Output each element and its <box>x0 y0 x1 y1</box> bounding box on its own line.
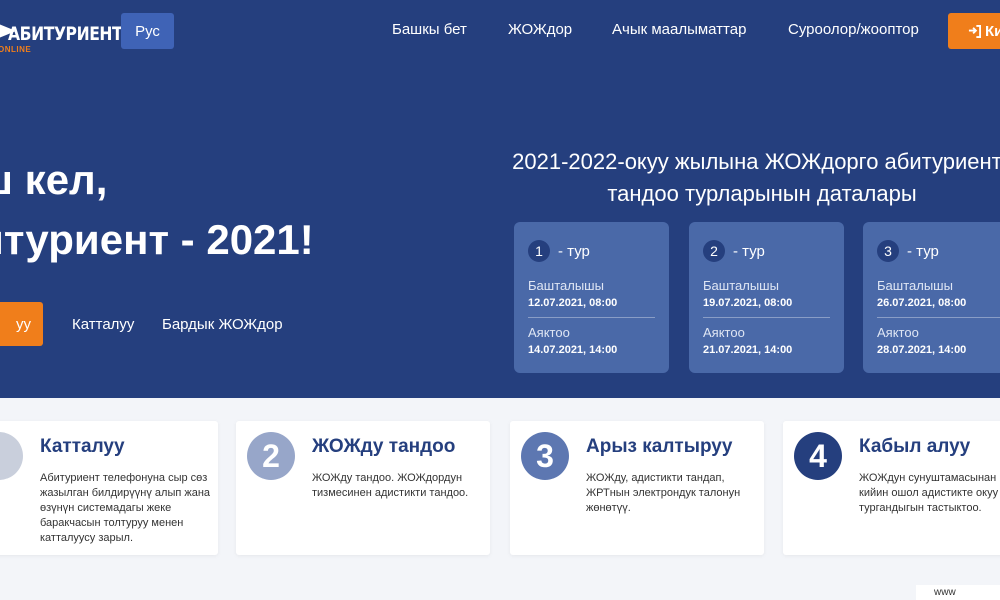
logo-text: АБИТУРИЕНТ <box>8 23 123 45</box>
step-description: ЖОЖду, адистикти тандап, ЖРТнын электрон… <box>586 472 741 514</box>
divider <box>528 317 655 318</box>
step-number-circle: 3 <box>521 432 569 480</box>
step-card-3: 3 Арыз калтыруу ЖОЖду, адистикти тандап,… <box>510 421 764 555</box>
hero-title-line2: итуриент - 2021! <box>0 216 314 263</box>
step-title: ЖОЖду тандоо <box>312 436 456 457</box>
round-card-2: 2 - тур Башталышы 19.07.2021, 08:00 Аякт… <box>689 222 844 373</box>
register-link[interactable]: Катталуу <box>72 316 134 333</box>
step-description: ЖОЖду тандоо. ЖОЖдордун тизмесинен адист… <box>312 472 469 499</box>
step-title: Арыз калтыруу <box>586 436 733 457</box>
www-label: www <box>916 585 1000 600</box>
round-end-label: Аяктоо <box>703 325 745 340</box>
logo-subtitle: ONLINE <box>0 45 32 54</box>
step-number-circle: 4 <box>794 432 842 480</box>
nav-universities[interactable]: ЖОЖдор <box>508 21 572 38</box>
hero-title-line1: ш кел, <box>0 156 108 203</box>
schedule-title: 2021-2022-окуу жылына ЖОЖдорго абитуриен… <box>512 146 1000 210</box>
divider <box>877 317 1000 318</box>
round-start-label: Башталышы <box>703 278 779 293</box>
step-number-circle <box>0 432 23 480</box>
nav-faq[interactable]: Суроолор/жооптор <box>788 21 919 38</box>
round-end-date: 14.07.2021, 14:00 <box>528 344 618 356</box>
round-start-date: 19.07.2021, 08:00 <box>703 297 793 309</box>
round-number: 2 <box>703 240 725 262</box>
nav-home[interactable]: Башкы бет <box>392 21 467 38</box>
step-title: Катталуу <box>40 436 125 457</box>
login-label: Ки <box>985 22 1000 40</box>
round-end-date: 21.07.2021, 14:00 <box>703 344 793 356</box>
schedule-title-line1: 2021-2022-окуу жылына ЖОЖдорго абитуриен… <box>512 149 1000 174</box>
step-card-1: Катталуу Абитуриент телефонуна сыр сөз ж… <box>0 421 218 555</box>
round-number: 3 <box>877 240 899 262</box>
step-description: Абитуриент телефонуна сыр сөз жазылган б… <box>40 472 211 544</box>
language-button[interactable]: Рус <box>121 13 174 49</box>
site-logo[interactable]: АБИТУРИЕНТ ONLINE <box>0 18 123 58</box>
step-card-4: 4 Кабыл алуу ЖОЖдун сунуштамасынан кийин… <box>783 421 1000 555</box>
round-card-3: 3 - тур Башталышы 26.07.2021, 08:00 Аякт… <box>863 222 1000 373</box>
round-card-1: 1 - тур Башталышы 12.07.2021, 08:00 Аякт… <box>514 222 669 373</box>
hero-title: ш кел, итуриент - 2021! <box>0 150 314 270</box>
step-card-2: 2 ЖОЖду тандоо ЖОЖду тандоо. ЖОЖдордун т… <box>236 421 490 555</box>
step-description: ЖОЖдун сунуштамасынан кийин ошол адистик… <box>859 472 999 514</box>
step-title: Кабыл алуу <box>859 436 971 457</box>
round-label: - тур <box>558 242 590 260</box>
round-start-date: 26.07.2021, 08:00 <box>877 297 967 309</box>
login-button[interactable]: Ки <box>948 13 1000 49</box>
round-label: - тур <box>733 242 765 260</box>
round-start-date: 12.07.2021, 08:00 <box>528 297 618 309</box>
round-number: 1 <box>528 240 550 262</box>
nav-open-data[interactable]: Ачык маалыматтар <box>612 21 746 38</box>
round-end-date: 28.07.2021, 14:00 <box>877 344 967 356</box>
all-universities-link[interactable]: Бардык ЖОЖдор <box>162 316 283 333</box>
divider <box>703 317 830 318</box>
round-start-label: Башталышы <box>877 278 953 293</box>
round-start-label: Башталышы <box>528 278 604 293</box>
schedule-title-line2: тандоо турларынын даталары <box>607 181 917 206</box>
round-end-label: Аяктоо <box>877 325 919 340</box>
hero-section: АБИТУРИЕНТ ONLINE Рус Башкы бет ЖОЖдор А… <box>0 0 1000 398</box>
round-end-label: Аяктоо <box>528 325 570 340</box>
round-label: - тур <box>907 242 939 260</box>
step-number-circle: 2 <box>247 432 295 480</box>
hero-cta-button[interactable]: уу <box>0 302 43 346</box>
sign-in-icon <box>968 24 981 38</box>
